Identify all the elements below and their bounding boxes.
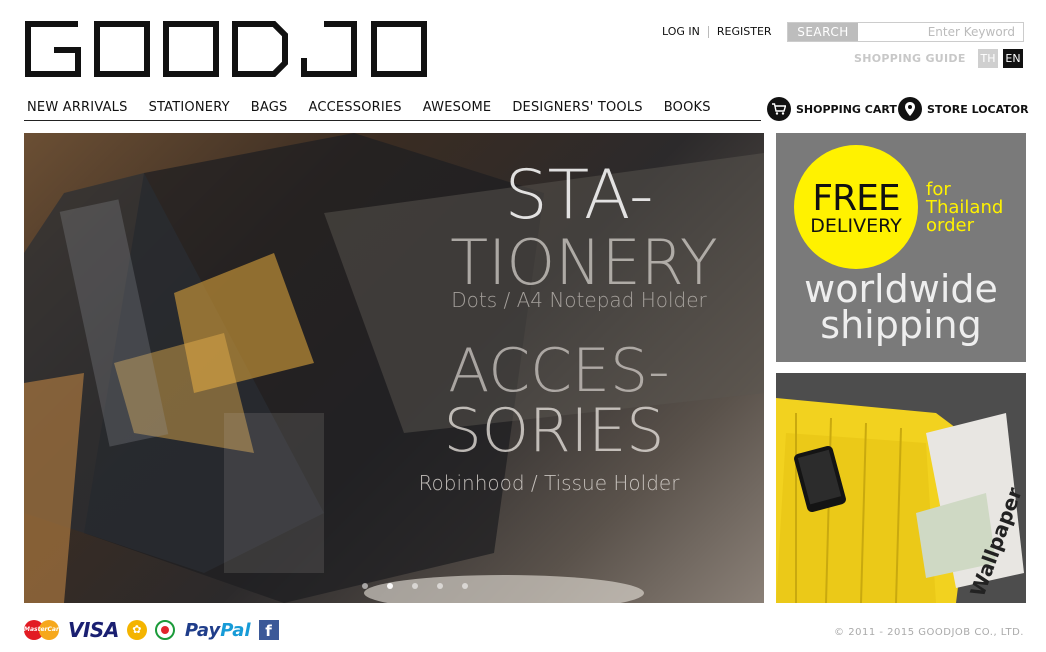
- hero-subtitle-stationery: Dots / A4 Notepad Holder: [451, 288, 707, 312]
- slider-dot[interactable]: [462, 583, 468, 589]
- slider-dot[interactable]: [387, 583, 393, 589]
- nav-item-books[interactable]: BOOKS: [664, 100, 711, 120]
- shopping-cart-link[interactable]: SHOPPING CART: [767, 97, 897, 121]
- promo-ww-line1: worldwide: [804, 267, 998, 311]
- hero-title-line3: ACCES-: [448, 336, 670, 406]
- nav-item-stationery[interactable]: STATIONERY: [149, 100, 230, 120]
- krungsri-bank-icon: ✿: [126, 620, 147, 640]
- hero-title-line1: STA-: [504, 156, 654, 235]
- free-delivery-banner[interactable]: FREE DELIVERY for Thailand order worldwi…: [776, 133, 1026, 362]
- promo-for-line3: order: [926, 215, 974, 236]
- hero-subtitle-accessories: Robinhood / Tissue Holder: [418, 471, 680, 495]
- yellow-bag-photo: Wallpaper: [776, 373, 1026, 603]
- mastercard-text: MasterCard: [24, 626, 64, 633]
- search-input[interactable]: [858, 23, 1023, 41]
- kasikorn-bank-icon: [154, 620, 175, 640]
- main-nav: NEW ARRIVALS STATIONERY BAGS ACCESSORIES…: [24, 100, 761, 121]
- nav-item-accessories[interactable]: ACCESSORIES: [308, 100, 401, 120]
- nav-item-bags[interactable]: BAGS: [251, 100, 288, 120]
- slider-pagination: [362, 583, 487, 589]
- promo-delivery-text: DELIVERY: [810, 215, 902, 237]
- hero-title-line2: TIONERY: [450, 226, 718, 299]
- divider: [707, 25, 709, 38]
- promo-worldwide-text: worldwide shipping: [776, 267, 1026, 347]
- store-locator-link[interactable]: STORE LOCATOR: [898, 97, 1029, 121]
- paypal-logo: PayPal: [185, 620, 251, 641]
- shopping-cart-label: SHOPPING CART: [796, 102, 897, 116]
- product-feature-image[interactable]: Wallpaper: [776, 373, 1026, 603]
- goodjob-logo[interactable]: [24, 20, 434, 78]
- visa-logo: VISA: [68, 618, 119, 642]
- account-links: LOG IN REGISTER: [662, 25, 772, 38]
- login-link[interactable]: LOG IN: [662, 25, 700, 38]
- slider-dot[interactable]: [437, 583, 443, 589]
- paypal-logo-pay: Pay: [184, 619, 221, 641]
- mastercard-icon: MasterCard: [24, 620, 64, 640]
- language-en-button[interactable]: EN: [1003, 49, 1023, 68]
- nav-item-new-arrivals[interactable]: NEW ARRIVALS: [27, 100, 128, 120]
- copyright-text: © 2011 - 2015 GOODJOB CO., LTD.: [834, 627, 1024, 638]
- nav-item-awesome[interactable]: AWESOME: [423, 100, 492, 120]
- promo-thailand-text: for Thailand order: [926, 181, 1021, 235]
- paypal-logo-pal: Pal: [220, 619, 251, 641]
- promo-free-text: FREE: [812, 178, 900, 219]
- language-th-button[interactable]: TH: [978, 49, 998, 68]
- store-locator-label: STORE LOCATOR: [927, 102, 1029, 116]
- promo-ww-line2: shipping: [820, 303, 982, 347]
- hero-slider[interactable]: STA- TIONERY Dots / A4 Notepad Holder AC…: [24, 133, 764, 603]
- nav-item-designers-tools[interactable]: DESIGNERS' TOOLS: [512, 100, 642, 120]
- facebook-icon[interactable]: f: [258, 620, 279, 640]
- location-pin-icon: [898, 97, 922, 121]
- search-box: SEARCH: [787, 22, 1024, 42]
- slider-dot[interactable]: [362, 583, 368, 589]
- cart-icon: [767, 97, 791, 121]
- slider-dot[interactable]: [412, 583, 418, 589]
- search-label[interactable]: SEARCH: [788, 23, 858, 41]
- hero-title-line4: SORIES: [443, 396, 665, 466]
- register-link[interactable]: REGISTER: [717, 25, 772, 38]
- shopping-guide-link[interactable]: SHOPPING GUIDE: [854, 52, 966, 65]
- payment-methods: MasterCard VISA ✿ PayPal f: [24, 618, 279, 642]
